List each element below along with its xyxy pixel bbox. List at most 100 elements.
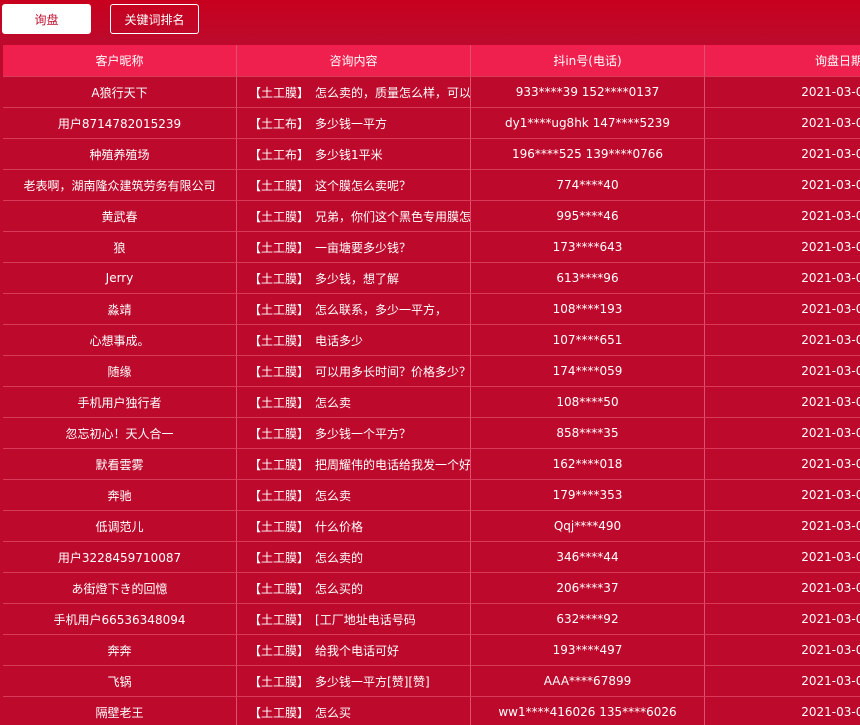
customer-name-cell: 忽忘初心！天人合一 xyxy=(3,417,237,449)
table-row[interactable]: 心想事成。【土工膜】电话多少107****6512021-03-04 xyxy=(3,324,860,356)
product-tag: 【土工膜】 xyxy=(249,209,310,224)
customer-name-cell: 黄武春 xyxy=(3,200,237,232)
phone-cell: ww1****416026 135****6026 xyxy=(470,696,705,725)
header-phone: 抖in号(电话) xyxy=(470,45,705,77)
inquiry-table: 客户昵称 咨询内容 抖in号(电话) 询盘日期 A狼行天下 【土工膜】 怎么卖的，质… xyxy=(3,45,860,725)
product-tag: 【土工布】 xyxy=(249,147,310,162)
customer-name-cell: 种殖养殖场 xyxy=(3,138,237,170)
inquiry-message: 这个膜怎么卖呢？ xyxy=(315,178,412,193)
product-tag: 【土工膜】 xyxy=(249,85,310,100)
inquiry-message: 怎么卖 xyxy=(315,488,352,503)
customer-name-cell: 低调范儿 xyxy=(3,510,237,542)
inquiry-content-cell: 【土工膜】 这个膜怎么卖呢？ xyxy=(236,169,471,201)
product-tag: 【土工膜】 xyxy=(249,550,310,565)
inquiry-content-cell: 【土工膜】 可以用多长时间？价格多少？ xyxy=(236,355,471,387)
phone-cell: 632****92 xyxy=(470,603,705,635)
inquiry-message: 一亩塘要多少钱？ xyxy=(315,240,412,255)
inquiry-content-cell: 【土工膜】把周耀伟的电话给我发一个好吧？ xyxy=(236,448,471,480)
inquiry-message: [工厂地址电话号码 xyxy=(315,612,416,627)
phone-cell: 196****525 139****0766 xyxy=(470,138,705,170)
tab-keyword-ranking[interactable]: 关键词排名 xyxy=(110,4,199,34)
inquiry-date-cell: 2021-03-04 xyxy=(704,448,860,480)
phone-cell: 613****96 xyxy=(470,262,705,294)
inquiry-message: 可以用多长时间？价格多少？ xyxy=(315,364,471,379)
table-row[interactable]: 用户8714782015239 【土工布】 多少钱一平方 dy1****ug8hk 1… xyxy=(3,107,860,139)
table-row[interactable]: 隔壁老王 【土工膜】 怎么买 ww1****416026 135****6026 202… xyxy=(3,696,860,725)
phone-cell: 193****497 xyxy=(470,634,705,666)
product-tag: 【土工膜】 xyxy=(249,302,310,317)
product-tag: 【土工布】 xyxy=(249,116,310,131)
table-row[interactable]: 默看雲雾【土工膜】把周耀伟的电话给我发一个好吧？162****0182021-0… xyxy=(3,448,860,480)
customer-name-cell: 奔奔 xyxy=(3,634,237,666)
inquiry-content-cell: 【土工膜】 什么价格 xyxy=(236,510,471,542)
inquiry-message: 怎么联系，多少一平方， xyxy=(315,302,448,317)
inquiry-content-cell: 【土工膜】 电话多少 xyxy=(236,324,471,356)
phone-cell: AAA****67899 xyxy=(470,665,705,697)
inquiry-date-cell: 2021-03-04 xyxy=(704,665,860,697)
product-tag: 【土工膜】 xyxy=(249,581,310,596)
table-row[interactable]: あ街燈下き的回憶【土工膜】怎么买的206****372021-03-04 xyxy=(3,572,860,604)
product-tag: 【土工膜】 xyxy=(249,271,310,286)
inquiry-date-cell: 2021-03-04 xyxy=(704,169,860,201)
inquiry-content-cell: 【土工膜】 怎么卖 xyxy=(236,479,471,511)
inquiry-date-cell: 2021-03-04 xyxy=(704,386,860,418)
table-row[interactable]: 用户3228459710087 【土工膜】 怎么卖的 346****44 2021-03… xyxy=(3,541,860,573)
table-row[interactable]: 飞锅【土工膜】多少钱一平方[赞][赞]AAA****678992021-03-0… xyxy=(3,665,860,697)
tab-inquiry[interactable]: 询盘 xyxy=(2,4,91,34)
customer-name-cell: 心想事成。 xyxy=(3,324,237,356)
phone-cell: 933****39 152****0137 xyxy=(470,76,705,108)
table-row[interactable]: 手机用户独行者【土工膜】怎么卖108****502021-03-04 xyxy=(3,386,860,418)
product-tag: 【土工膜】 xyxy=(249,240,310,255)
inquiry-content-cell: 【土工膜】 怎么卖的 xyxy=(236,541,471,573)
product-tag: 【土工膜】 xyxy=(249,178,310,193)
phone-cell: 858****35 xyxy=(470,417,705,449)
inquiry-date-cell: 2021-03-04 xyxy=(704,76,860,108)
customer-name-cell: Jerry xyxy=(3,262,237,294)
inquiry-content-cell: 【土工膜】 怎么买的 xyxy=(236,572,471,604)
inquiry-date-cell: 2021-03-04 xyxy=(704,231,860,263)
table-row[interactable]: 奔奔【土工膜】给我个电话可好193****4972021-03-04 xyxy=(3,634,860,666)
table-row[interactable]: 淼靖【土工膜】怎么联系，多少一平方，108****1932021-03-04 xyxy=(3,293,860,325)
phone-cell: 774****40 xyxy=(470,169,705,201)
table-row[interactable]: 黄武春【土工膜】兄弟，你们这个黑色专用膜怎么卖995****462021-03-… xyxy=(3,200,860,232)
product-tag: 【土工膜】 xyxy=(249,705,310,720)
product-tag: 【土工膜】 xyxy=(249,333,310,348)
inquiry-date-cell: 2021-03-04 xyxy=(704,417,860,449)
product-tag: 【土工膜】 xyxy=(249,643,310,658)
header-date: 询盘日期 xyxy=(704,45,860,77)
product-tag: 【土工膜】 xyxy=(249,674,310,689)
inquiry-content-cell: 【土工膜】 多少钱一平方[赞][赞] xyxy=(236,665,471,697)
table-row[interactable]: 手机用户66536348094 【土工膜】 [工厂地址电话号码 632****92 20… xyxy=(3,603,860,635)
tab-bar: 询盘 关键词排名 xyxy=(0,0,860,44)
inquiry-content-cell: 【土工膜】 怎么买 xyxy=(236,696,471,725)
table-row[interactable]: A狼行天下【土工膜】怎么卖的，质量怎么样，可以用多933****39 152**… xyxy=(3,76,860,108)
inquiry-content-cell: 【土工膜】 给我个电话可好 xyxy=(236,634,471,666)
table-row[interactable]: 低调范儿【土工膜】什么价格Qqj****4902021-03-04 xyxy=(3,510,860,542)
phone-cell: Qqj****490 xyxy=(470,510,705,542)
table-row[interactable]: 忽忘初心！天人合一【土工膜】多少钱一个平方？858****352021-03-0… xyxy=(3,417,860,449)
inquiry-content-cell: 【土工膜】 [工厂地址电话号码 xyxy=(236,603,471,635)
product-tag: 【土工膜】 xyxy=(249,519,310,534)
phone-cell: 174****059 xyxy=(470,355,705,387)
table-row[interactable]: 奔驰【土工膜】怎么卖179****3532021-03-04 xyxy=(3,479,860,511)
inquiry-message: 多少钱一平方[赞][赞] xyxy=(315,674,430,689)
phone-cell: 179****353 xyxy=(470,479,705,511)
inquiry-message: 给我个电话可好 xyxy=(315,643,400,658)
product-tag: 【土工膜】 xyxy=(249,612,310,627)
inquiry-message: 怎么买 xyxy=(315,705,352,720)
inquiry-message: 兄弟，你们这个黑色专用膜怎么卖 xyxy=(315,209,471,224)
header-customer-name: 客户昵称 xyxy=(3,45,237,77)
inquiry-panel: 询盘 关键词排名 客户昵称 咨询内容 抖in号(电话) 询盘日期 A狼行天下 【土… xyxy=(0,0,860,725)
table-row[interactable]: 狼【土工膜】一亩塘要多少钱？173****6432021-03-04 xyxy=(3,231,860,263)
table-row[interactable]: 种殖养殖场 【土工布】 多少钱1平米 196****525 139****0766 20… xyxy=(3,138,860,170)
inquiry-content-cell: 【土工布】 多少钱1平米 xyxy=(236,138,471,170)
customer-name-cell: 淼靖 xyxy=(3,293,237,325)
inquiry-content-cell: 【土工膜】 多少钱一个平方？ xyxy=(236,417,471,449)
header-inquiry-content: 咨询内容 xyxy=(236,45,471,77)
inquiry-message: 怎么卖的 xyxy=(315,550,364,565)
customer-name-cell: 手机用户独行者 xyxy=(3,386,237,418)
table-row[interactable]: 随缘【土工膜】可以用多长时间？价格多少？174****0592021-03-04 xyxy=(3,355,860,387)
table-row[interactable]: 老表啊，湖南隆众建筑劳务有限公司 【土工膜】 这个膜怎么卖呢？ 774****40 20… xyxy=(3,169,860,201)
table-row[interactable]: Jerry【土工膜】多少钱，想了解613****962021-03-04 xyxy=(3,262,860,294)
inquiry-date-cell: 2021-03-04 xyxy=(704,479,860,511)
